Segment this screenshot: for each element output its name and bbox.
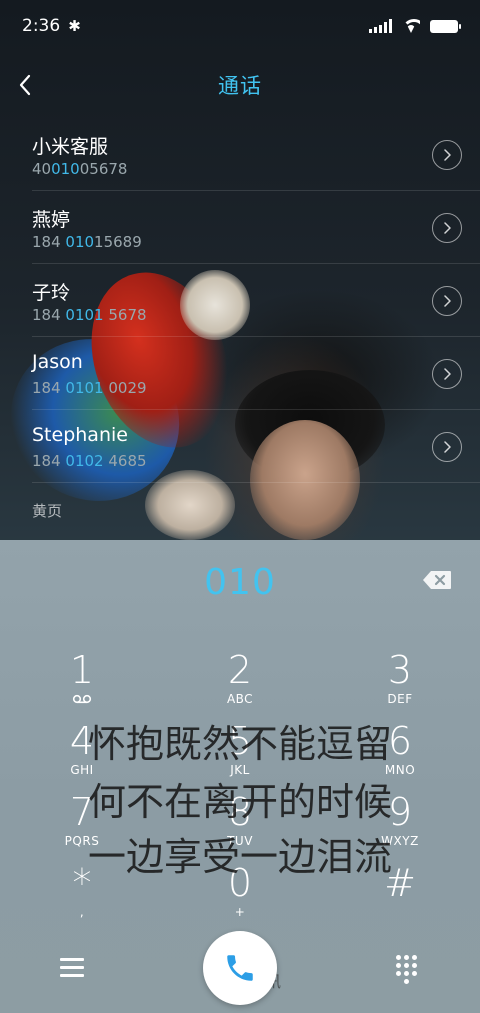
menu-button[interactable] — [60, 958, 84, 978]
contact-number: 184 01015689 — [32, 233, 142, 251]
status-bar: 2:36 ✱ — [0, 0, 480, 52]
key-1[interactable]: 1 — [27, 648, 137, 718]
contact-detail-button[interactable] — [432, 213, 462, 243]
contact-name: 小米客服 — [32, 136, 109, 158]
contact-row[interactable]: 子玲 184 0101 5678 — [32, 264, 480, 337]
key-0[interactable]: 0 + — [185, 861, 295, 931]
contact-name: 子玲 — [32, 282, 71, 304]
contact-number: 4001005678 — [32, 160, 128, 178]
chevron-right-icon — [444, 222, 451, 234]
contact-row[interactable]: Stephanie 184 0102 4685 — [32, 410, 480, 483]
yellow-pages-link[interactable]: 黄页 — [32, 500, 62, 521]
status-time: 2:36 — [22, 16, 61, 36]
key-6[interactable]: 6 MNO — [345, 719, 455, 789]
contact-detail-button[interactable] — [432, 286, 462, 316]
chevron-right-icon — [444, 368, 451, 380]
chevron-right-icon — [444, 295, 451, 307]
chevron-left-icon — [19, 74, 31, 96]
bluetooth-icon: ✱ — [68, 17, 81, 35]
chevron-right-icon — [444, 441, 451, 453]
keypad-toggle-button[interactable] — [395, 955, 417, 984]
back-button[interactable] — [10, 70, 40, 100]
contact-row[interactable]: 小米客服 4001005678 — [32, 118, 480, 191]
status-icons — [369, 19, 461, 33]
contact-detail-button[interactable] — [432, 140, 462, 170]
chevron-right-icon — [444, 149, 451, 161]
wifi-icon — [402, 19, 420, 33]
signal-icon — [369, 19, 392, 33]
contact-number: 184 0101 5678 — [32, 306, 147, 324]
phone-icon — [227, 955, 253, 981]
key-hash[interactable]: # — [345, 861, 455, 931]
contact-row[interactable]: 燕婷 184 01015689 — [32, 191, 480, 264]
bottom-action-bar — [0, 930, 480, 1013]
key-7[interactable]: 7 PQRS — [27, 790, 137, 860]
key-3[interactable]: 3 DEF — [345, 648, 455, 718]
dialed-number-display: 010 — [204, 562, 276, 603]
battery-icon — [430, 19, 461, 33]
key-5[interactable]: 5 JKL — [185, 719, 295, 789]
header: 通话 — [0, 60, 480, 110]
contact-list: 小米客服 4001005678 燕婷 184 01015689 子玲 184 0… — [0, 118, 480, 483]
voicemail-icon — [72, 694, 92, 704]
key-2[interactable]: 2 ABC — [185, 648, 295, 718]
key-4[interactable]: 4 GHI — [27, 719, 137, 789]
contact-name: 燕婷 — [32, 209, 71, 231]
contact-name: Stephanie — [32, 424, 128, 446]
contact-name: Jason — [32, 351, 83, 373]
page-title: 通话 — [218, 74, 262, 98]
key-9[interactable]: 9 WXYZ — [345, 790, 455, 860]
contact-detail-button[interactable] — [432, 432, 462, 462]
backspace-button[interactable] — [422, 570, 452, 594]
contact-number: 184 0102 4685 — [32, 452, 147, 470]
key-star[interactable]: * , — [27, 861, 137, 931]
key-8[interactable]: 8 TUV — [185, 790, 295, 860]
backspace-icon — [423, 571, 451, 589]
call-button[interactable] — [203, 931, 277, 1005]
contact-number: 184 0101 0029 — [32, 379, 147, 397]
contact-detail-button[interactable] — [432, 359, 462, 389]
contact-row[interactable]: Jason 184 0101 0029 — [32, 337, 480, 410]
